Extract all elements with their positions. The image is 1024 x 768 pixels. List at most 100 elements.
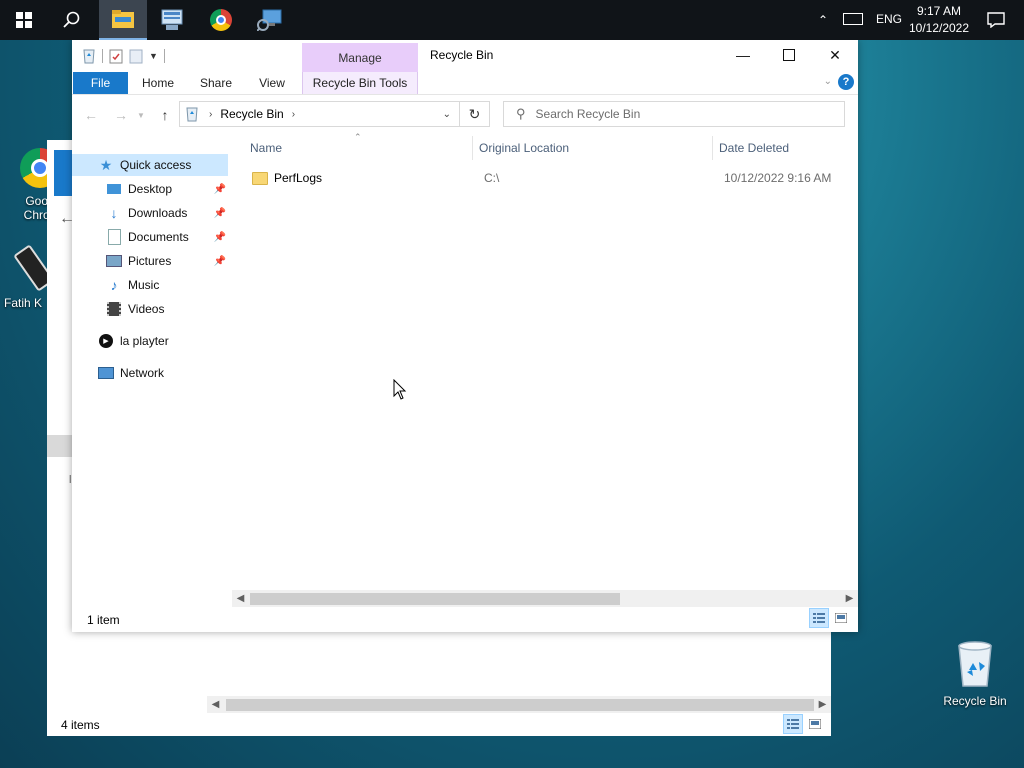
forward-button[interactable]: → xyxy=(110,105,132,125)
properties-icon[interactable] xyxy=(109,48,123,64)
file-list-hscroll[interactable]: ◀ ▶ xyxy=(232,590,858,607)
file-explorer-icon xyxy=(112,10,134,28)
close-button[interactable]: ✕ xyxy=(812,40,858,70)
tab-recycle-bin-tools[interactable]: Recycle Bin Tools xyxy=(302,72,418,94)
tab-file[interactable]: File xyxy=(73,72,128,94)
document-icon xyxy=(106,229,122,245)
column-separator xyxy=(712,136,713,160)
new-folder-icon[interactable] xyxy=(129,48,143,64)
details-view-icon[interactable] xyxy=(809,608,829,628)
sidebar-item-documents[interactable]: Documents 📌 xyxy=(72,226,228,248)
music-note-icon: ♪ xyxy=(110,277,118,293)
recycle-bin-address-icon xyxy=(186,107,198,122)
search-icon: ⚲ xyxy=(516,106,526,121)
breadcrumb-recycle-bin[interactable]: Recycle Bin xyxy=(220,107,283,121)
view-toggle xyxy=(809,608,851,628)
taskbar-clock[interactable]: 9:17 AM 10/12/2022 xyxy=(904,3,974,37)
taskbar-chrome[interactable] xyxy=(197,0,245,40)
breadcrumb-chevron-icon[interactable]: › xyxy=(209,109,212,120)
pin-icon[interactable]: 📌 xyxy=(214,208,226,219)
pin-icon[interactable]: 📌 xyxy=(214,256,226,267)
scroll-right-icon[interactable]: ▶ xyxy=(814,696,831,713)
file-name-cell: PerfLogs xyxy=(274,171,323,185)
background-window-hscroll[interactable]: ◀ ▶ xyxy=(207,696,831,713)
column-separator xyxy=(472,136,473,160)
recycle-bin-icon xyxy=(958,641,992,687)
column-header-name[interactable]: Name xyxy=(250,141,282,155)
show-hidden-icons-chevron-icon[interactable]: ⌃ xyxy=(818,13,828,27)
background-window-status: 4 items xyxy=(61,718,100,732)
address-dropdown-icon[interactable]: ⌄ xyxy=(443,109,451,120)
scroll-right-icon[interactable]: ▶ xyxy=(841,590,858,607)
sidebar-item-downloads[interactable]: ↓ Downloads 📌 xyxy=(72,202,228,224)
taskbar-remote-desktop[interactable] xyxy=(148,0,196,40)
breadcrumb-chevron-end-icon[interactable]: › xyxy=(292,109,295,120)
desktop-icon-recycle-label: Recycle Bin xyxy=(943,694,1007,708)
network-monitor-icon xyxy=(257,9,282,31)
pin-icon[interactable]: 📌 xyxy=(214,184,226,195)
title-bar[interactable]: ▼ Manage Recycle Bin — ✕ xyxy=(72,40,858,72)
large-icons-view-icon[interactable] xyxy=(831,608,851,628)
sidebar-item-quick-access[interactable]: ★ Quick access xyxy=(72,154,228,176)
large-icons-view-icon[interactable] xyxy=(805,714,825,734)
pin-icon[interactable]: 📌 xyxy=(214,232,226,243)
desktop-icon xyxy=(106,181,122,197)
sidebar-item-label: Music xyxy=(128,278,160,292)
minimize-button[interactable]: — xyxy=(720,40,766,70)
maximize-button[interactable] xyxy=(766,40,812,70)
sidebar-item-music[interactable]: ♪ Music xyxy=(72,274,228,296)
sidebar-item-label: Downloads xyxy=(128,206,188,220)
folder-icon xyxy=(252,171,268,185)
taskbar: ⌃ ENG 9:17 AM 10/12/2022 xyxy=(0,0,1024,40)
table-row[interactable]: PerfLogs C:\ 10/12/2022 9:16 AM xyxy=(246,166,846,190)
tab-home[interactable]: Home xyxy=(134,72,182,94)
network-icon xyxy=(98,365,114,381)
expand-ribbon-chevron-icon[interactable]: ⌄ xyxy=(824,76,832,87)
details-view-icon[interactable] xyxy=(783,714,803,734)
column-header-original-location[interactable]: Original Location xyxy=(479,141,569,155)
status-bar: 1 item xyxy=(72,608,858,632)
refresh-button[interactable]: ↻ xyxy=(460,101,490,127)
help-icon[interactable]: ? xyxy=(838,74,854,90)
sidebar-item-label: Videos xyxy=(128,302,165,316)
search-input[interactable]: ⚲ Search Recycle Bin xyxy=(503,101,845,127)
tab-manage[interactable]: Manage xyxy=(302,43,418,72)
sidebar-item-la-player[interactable]: ▶ la playter xyxy=(72,330,228,352)
clock-time: 9:17 AM xyxy=(916,4,962,18)
background-view-toggle xyxy=(783,714,825,734)
search-button[interactable] xyxy=(48,0,96,40)
file-list: ⌃ Name Original Location Date Deleted Pe… xyxy=(232,132,858,607)
desktop-icon-recycle-bin[interactable]: Recycle Bin xyxy=(938,640,1012,708)
explorer-window[interactable]: ▼ Manage Recycle Bin — ✕ File Home Share… xyxy=(72,40,858,632)
sidebar-item-pictures[interactable]: Pictures 📌 xyxy=(72,250,228,272)
scroll-left-icon[interactable]: ◀ xyxy=(232,590,249,607)
action-center-button[interactable] xyxy=(976,0,1016,40)
background-window-sel-block xyxy=(47,435,72,457)
sidebar-item-desktop[interactable]: Desktop 📌 xyxy=(72,178,228,200)
search-icon xyxy=(63,11,80,28)
sidebar-item-label: la playter xyxy=(120,334,169,348)
keyboard-icon[interactable] xyxy=(843,13,863,25)
tab-view[interactable]: View xyxy=(248,72,296,94)
start-button[interactable] xyxy=(0,0,48,40)
ribbon-tabs: File Home Share View Recycle Bin Tools ⌄… xyxy=(72,72,858,95)
sidebar-item-network[interactable]: Network xyxy=(72,362,228,384)
recent-locations-chevron-icon[interactable]: ▼ xyxy=(134,105,148,125)
taskbar-network-monitor[interactable] xyxy=(246,0,294,40)
up-button[interactable]: ↑ xyxy=(154,105,176,125)
scroll-thumb[interactable] xyxy=(226,699,814,711)
sidebar-item-videos[interactable]: Videos xyxy=(72,298,228,320)
customize-qat-chevron-icon[interactable]: ▼ xyxy=(149,51,158,61)
language-indicator[interactable]: ENG xyxy=(876,12,902,26)
address-bar[interactable]: › Recycle Bin › ⌄ xyxy=(179,101,460,127)
back-button[interactable]: ← xyxy=(80,105,102,125)
sidebar-item-label: Documents xyxy=(128,230,189,244)
column-header-date-deleted[interactable]: Date Deleted xyxy=(719,141,789,155)
scroll-left-icon[interactable]: ◀ xyxy=(207,696,224,713)
tab-share[interactable]: Share xyxy=(192,72,240,94)
sidebar-item-label: Pictures xyxy=(128,254,172,268)
scroll-thumb[interactable] xyxy=(250,593,620,605)
sort-ascending-icon: ⌃ xyxy=(354,132,362,142)
remote-desktop-icon xyxy=(161,9,183,30)
taskbar-file-explorer[interactable] xyxy=(99,0,147,40)
